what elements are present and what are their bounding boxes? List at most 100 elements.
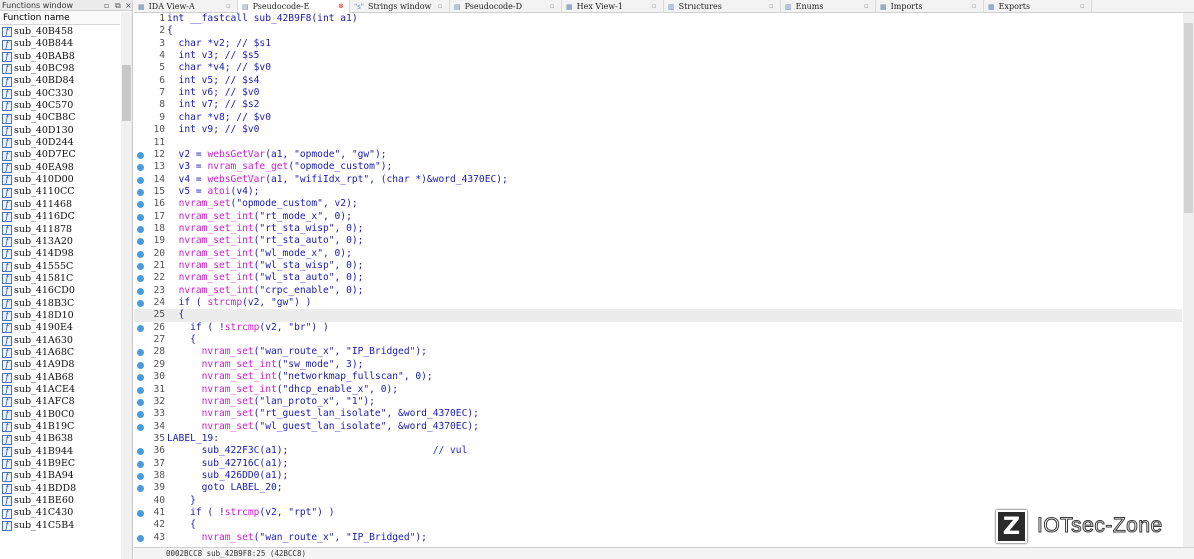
function-call[interactable]: nvram_set — [202, 421, 254, 432]
function-call[interactable]: nvram_set_int — [179, 272, 254, 283]
code-line[interactable]: 21 nvram_set_int("wl_sta_wisp", 0); — [134, 260, 1182, 272]
function-list-item[interactable]: f sub_40BAB8 — [0, 51, 120, 63]
tab-exports[interactable]: ▦ Exports ▫ — [984, 0, 1092, 13]
function-list-item[interactable]: f sub_41BDD8 — [0, 483, 120, 495]
code-line[interactable]: 10 int v9; // $v0 — [134, 124, 1182, 136]
function-call[interactable]: nvram_set_int — [179, 223, 254, 234]
code-line[interactable]: 28 nvram_set("wan_route_x", "IP_Bridged"… — [134, 346, 1182, 358]
code-line[interactable]: 4 int v3; // $s5 — [134, 50, 1182, 62]
function-list-item[interactable]: f sub_413A20 — [0, 236, 120, 248]
code-line[interactable]: 3 char *v2; // $s1 — [134, 38, 1182, 50]
code-line[interactable]: 13 v3 = nvram_safe_get("opmode_custom"); — [134, 161, 1182, 173]
function-call[interactable]: nvram_set — [179, 198, 231, 209]
function-call[interactable]: atoi — [207, 186, 230, 197]
function-list-item[interactable]: f sub_40D244 — [0, 137, 120, 149]
code-line[interactable]: 36 sub_422F3C(a1); // vul — [134, 445, 1182, 457]
code-line[interactable]: 20 nvram_set_int("wl_mode_x", 0); — [134, 248, 1182, 260]
code-line[interactable]: 27 { — [134, 334, 1182, 346]
tab-close-icon[interactable]: ▫ — [1080, 0, 1085, 13]
function-list-item[interactable]: f sub_41AFC8 — [0, 396, 120, 408]
function-call[interactable]: nvram_set — [202, 408, 254, 419]
code-line[interactable]: 32 nvram_set("lan_proto_x", "1"); — [134, 396, 1182, 408]
function-call[interactable]: nvram_set_int — [202, 384, 277, 395]
code-line[interactable]: 11 — [134, 137, 1182, 149]
function-list-item[interactable]: f sub_41BA94 — [0, 470, 120, 482]
code-line[interactable]: 38 sub_426DD0(a1); — [134, 470, 1182, 482]
code-line[interactable]: 30 nvram_set_int("networkmap_fullscan", … — [134, 371, 1182, 383]
code-line[interactable]: 29 nvram_set_int("sw_mode", 3); — [134, 359, 1182, 371]
tab-pseudocode-d[interactable]: ▤ Pseudocode-D ▫ — [450, 0, 562, 13]
function-list-item[interactable]: f sub_41581C — [0, 273, 120, 285]
tab-close-icon[interactable]: ▫ — [864, 0, 869, 13]
function-list-item[interactable]: f sub_40CB8C — [0, 112, 120, 124]
function-list-item[interactable]: f sub_416CD0 — [0, 285, 120, 297]
functions-scrollbar[interactable] — [121, 12, 132, 559]
code-line[interactable]: 37 sub_42716C(a1); — [134, 458, 1182, 470]
function-list-item[interactable]: f sub_40BD84 — [0, 75, 120, 87]
function-call[interactable]: strcmp — [225, 507, 260, 518]
function-list-item[interactable]: f sub_41AB68 — [0, 372, 120, 384]
code-line[interactable]: 22 nvram_set_int("wl_sta_auto", 0); — [134, 272, 1182, 284]
function-list-item[interactable]: f sub_40C570 — [0, 100, 120, 112]
function-list-item[interactable]: f sub_41B9EC — [0, 458, 120, 470]
code-line[interactable]: 26 if ( !strcmp(v2, "br") ) — [134, 322, 1182, 334]
code-line[interactable]: 31 nvram_set_int("dhcp_enable_x", 0); — [134, 384, 1182, 396]
function-list-item[interactable]: f sub_4110CC — [0, 186, 120, 198]
function-list-item[interactable]: f sub_41C5B4 — [0, 520, 120, 532]
pseudocode-scrollbar[interactable] — [1183, 13, 1194, 547]
tab-structures[interactable]: ▥ Structures ▫ — [664, 0, 781, 13]
function-list-item[interactable]: f sub_40EA98 — [0, 162, 120, 174]
tab-pseudocode-e[interactable]: ▤ Pseudocode-E ⊗ — [238, 0, 350, 13]
code-line[interactable]: 2{ — [134, 25, 1182, 37]
code-line[interactable]: 24 if ( strcmp(v2, "gw") ) — [134, 297, 1182, 309]
code-line[interactable]: 25 { — [134, 309, 1182, 322]
code-line[interactable]: 19 nvram_set_int("rt_sta_auto", 0); — [134, 235, 1182, 247]
tab-strings-window[interactable]: "s" Strings window ▫ — [350, 0, 450, 13]
tab-close-icon[interactable]: ▫ — [550, 0, 555, 13]
code-line[interactable]: 16 nvram_set("opmode_custom", v2); — [134, 198, 1182, 210]
function-list-item[interactable]: f sub_41B19C — [0, 421, 120, 433]
code-line[interactable]: 35 LABEL_19: — [134, 433, 1182, 445]
tab-imports[interactable]: ▦ Imports ▫ — [876, 0, 984, 13]
function-list-item[interactable]: f sub_41B944 — [0, 446, 120, 458]
code-line[interactable]: 14 v4 = websGetVar(a1, "wifiIdx_rpt", (c… — [134, 174, 1182, 186]
function-call[interactable]: nvram_set_int — [202, 371, 277, 382]
function-call[interactable]: strcmp — [225, 322, 260, 333]
function-call[interactable]: nvram_set — [202, 396, 254, 407]
function-list-item[interactable]: f sub_40BC98 — [0, 63, 120, 75]
pseudocode-scrollbar-thumb[interactable] — [1184, 23, 1193, 213]
function-call[interactable]: nvram_set_int — [179, 285, 254, 296]
function-call[interactable]: nvram_set_int — [179, 211, 254, 222]
functions-scrollbar-thumb[interactable] — [122, 65, 131, 121]
function-call[interactable]: nvram_set — [202, 346, 254, 357]
function-list-item[interactable]: f sub_40C330 — [0, 88, 120, 100]
function-list-item[interactable]: f sub_41B0C0 — [0, 409, 120, 421]
function-list-item[interactable]: f sub_411468 — [0, 199, 120, 211]
tab-close-icon[interactable]: ▫ — [438, 0, 443, 13]
code-line[interactable]: 18 nvram_set_int("rt_sta_wisp", 0); — [134, 223, 1182, 235]
function-list-item[interactable]: f sub_40B844 — [0, 38, 120, 50]
function-list-item[interactable]: f sub_41A630 — [0, 335, 120, 347]
float-icon[interactable]: ⧉ — [115, 0, 121, 11]
function-list-item[interactable]: f sub_40D7EC — [0, 149, 120, 161]
close-icon[interactable]: × — [125, 0, 132, 11]
code-line[interactable]: 23 nvram_set_int("crpc_enable", 0); — [134, 285, 1182, 297]
tab-close-icon[interactable]: ▫ — [226, 0, 231, 13]
tab-enums[interactable]: ▥ Enums ▫ — [781, 0, 876, 13]
function-list-item[interactable]: f sub_41A9D8 — [0, 359, 120, 371]
code-line[interactable]: 5 char *v4; // $v0 — [134, 62, 1182, 74]
code-line[interactable]: 33 nvram_set("rt_guest_lan_isolate", &wo… — [134, 408, 1182, 420]
restore-icon[interactable]: ▫ — [104, 0, 109, 11]
function-list-item[interactable]: f sub_41B638 — [0, 433, 120, 445]
tab-close-icon[interactable]: ▫ — [652, 0, 657, 13]
function-list-item[interactable]: f sub_41A68C — [0, 347, 120, 359]
code-line[interactable]: 15 v5 = atoi(v4); — [134, 186, 1182, 198]
code-line[interactable]: 12 v2 = websGetVar(a1, "opmode", "gw"); — [134, 149, 1182, 161]
function-call[interactable]: nvram_set_int — [179, 260, 254, 271]
code-line[interactable]: 40 } — [134, 495, 1182, 507]
code-line[interactable]: 8 int v7; // $s2 — [134, 99, 1182, 111]
code-line[interactable]: 7 int v6; // $v0 — [134, 87, 1182, 99]
function-list-item[interactable]: f sub_41555C — [0, 261, 120, 273]
function-call[interactable]: strcmp — [207, 297, 242, 308]
function-list-item[interactable]: f sub_411878 — [0, 224, 120, 236]
